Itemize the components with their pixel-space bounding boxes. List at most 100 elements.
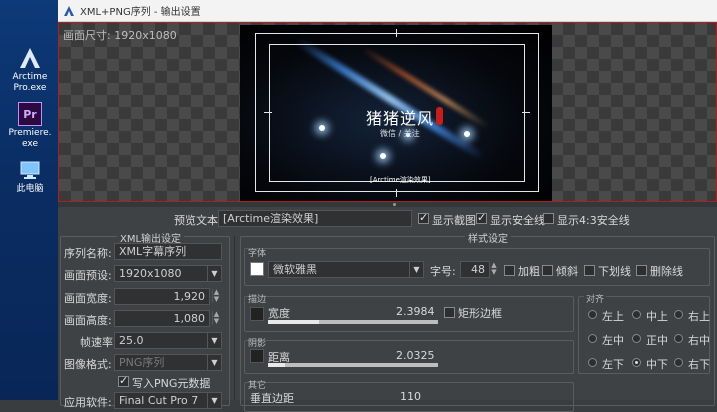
align-radio-middle-left[interactable] [588,334,597,343]
align-label: 左中 [602,334,624,347]
splitter-handle[interactable] [58,202,717,207]
write-meta-checkbox[interactable] [118,374,129,387]
desktop: Arctime Pro.exe Pr Premiere. exe 此电脑 [0,0,58,400]
align-radio-bottom-right[interactable] [674,358,683,367]
desktop-icon-label: exe [22,139,38,149]
safe-tick [264,112,272,113]
vertical-margin-label: 垂直边距 [250,392,294,405]
safe-tick [522,112,530,113]
desktop-icon-label: Pro.exe [13,83,47,93]
desktop-icon-label: Premiere. [8,128,52,138]
desktop-icon-premiere[interactable]: Pr Premiere. exe [4,102,56,150]
style-group-title: 样式设定 [465,230,511,245]
stroke-width-value: 2.3984 [396,305,435,318]
width-input[interactable]: 1,920 [114,288,210,305]
desktop-icon-label: 此电脑 [16,184,44,194]
desktop-icon-arctime[interactable]: Arctime Pro.exe [4,46,56,94]
app-value: Final Cut Pro 7 [119,394,199,407]
grip-dot [393,203,396,206]
bold-checkbox[interactable] [504,265,515,276]
red-logo-mark [436,107,443,125]
window-title: XML+PNG序列 - 输出设置 [80,7,201,18]
stroke-section-label: 描边 [248,295,267,305]
align-radio-bottom-left[interactable] [588,358,597,367]
shadow-slider-fill [268,363,285,367]
app-select[interactable]: Final Cut Pro 7 ▼ [114,392,222,409]
height-stepper[interactable]: ▲ ▼ [212,311,220,325]
show-43-checkbox[interactable] [543,213,554,224]
fps-select[interactable]: 25.0 ▼ [114,332,222,349]
show-frame-label: 显示截图 [432,214,476,227]
show-safe-checkbox[interactable] [476,211,487,224]
strike-checkbox[interactable] [636,265,647,276]
arctime-icon [18,46,42,70]
vertical-margin-value: 110 [400,390,421,403]
format-select[interactable]: PNG序列 ▼ [114,354,222,371]
safe-tick [396,189,397,197]
format-label: 图像格式: [64,358,112,371]
show-frame-checkbox[interactable] [418,211,429,224]
size-input[interactable]: 48 [460,261,490,278]
size-stepper[interactable]: ▲ ▼ [490,262,498,276]
align-radio-center[interactable] [632,334,641,343]
rect-border-checkbox[interactable] [444,307,455,318]
shadow-slider[interactable] [268,363,438,367]
desktop-icon-this-pc[interactable]: 此电脑 [4,158,56,195]
align-radio-middle-right[interactable] [674,334,683,343]
align-label: 右中 [688,334,710,347]
show-43-label: 显示4:3安全线 [557,214,630,227]
align-radio-top-center[interactable] [632,310,641,319]
write-meta-label: 写入PNG元数据 [132,377,211,390]
chevron-down-icon: ▼ [409,262,423,277]
stroke-color-swatch[interactable] [250,307,264,321]
underline-label: 下划线 [598,265,631,278]
preset-select[interactable]: 1920x1080 ▼ [114,265,222,282]
rect-border-label: 矩形边框 [458,307,502,320]
align-radio-bottom-center[interactable] [632,358,641,367]
align-label: 左下 [602,358,624,371]
align-radio-top-right[interactable] [674,310,683,319]
panel-divider [234,236,235,400]
chevron-down-icon: ▼ [207,266,221,281]
italic-checkbox[interactable] [542,265,553,276]
align-label: 中上 [646,310,668,323]
font-select[interactable]: 微软雅黑 ▼ [268,261,424,278]
height-label: 画面高度: [64,314,112,327]
safe-tick [396,29,397,37]
font-section-label: 字体 [248,249,267,259]
align-section-label: 对齐 [584,292,607,305]
format-value: PNG序列 [119,356,165,369]
strike-label: 删除线 [650,265,683,278]
video-frame: 猪猪逆风 微信 / 关注 [Arctime渲染效果] [240,25,552,201]
chevron-down-icon: ▼ [207,355,221,370]
canvas-size-label: 画面尺寸: 1920x1080 [63,29,177,42]
underline-checkbox[interactable] [584,265,595,276]
chevron-down-icon: ▼ [207,393,221,408]
preview-text-row: 预览文本 [Arctime渲染效果] 显示截图 显示安全线 显示4:3安全线 [58,210,717,228]
italic-label: 倾斜 [556,265,578,278]
preview-area: 画面尺寸: 1920x1080 猪猪逆风 微信 / 关注 [Arctime渲染效… [58,22,717,202]
video-title: 猪猪逆风 [366,109,435,128]
video-caption: [Arctime渲染效果] [370,176,431,184]
title-bar[interactable]: XML+PNG序列 - 输出设置 [58,0,717,22]
width-stepper[interactable]: ▲ ▼ [212,289,220,303]
align-label: 左上 [602,310,624,323]
bold-label: 加粗 [518,265,540,278]
shadow-distance-value: 2.0325 [396,349,435,362]
app-label: 应用软件: [64,396,112,409]
align-label: 右下 [688,358,710,371]
size-label: 字号: [430,265,456,278]
sequence-name-input[interactable]: XML字幕序列 [114,243,222,260]
stroke-slider-fill [268,320,319,324]
sequence-name-label: 序列名称: [64,247,112,260]
align-radio-top-left[interactable] [588,310,597,319]
chevron-down-icon: ▼ [207,333,221,348]
font-color-swatch[interactable] [250,262,264,276]
shadow-color-swatch[interactable] [250,349,264,363]
preview-text-input[interactable]: [Arctime渲染效果] [218,210,412,227]
font-value: 微软雅黑 [273,263,317,276]
height-input[interactable]: 1,080 [114,310,210,327]
app-icon [64,5,74,16]
preview-text-label: 预览文本 [174,214,218,227]
video-subtitle: 微信 / 关注 [380,129,420,138]
